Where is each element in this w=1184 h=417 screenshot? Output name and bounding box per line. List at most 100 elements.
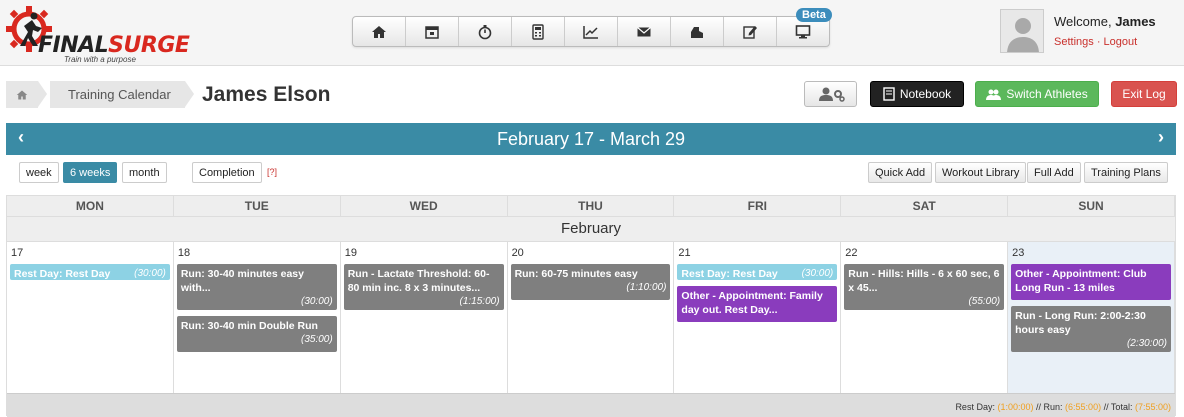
home-icon bbox=[16, 90, 28, 99]
top-bar: FINALSURGE Train with a purpose Beta Wel… bbox=[0, 0, 1184, 66]
day-number: 18 bbox=[177, 247, 191, 259]
calculator-icon bbox=[532, 23, 544, 40]
day-number: 20 bbox=[511, 247, 524, 259]
workout-library-button[interactable]: Workout Library bbox=[935, 162, 1027, 183]
month-label: February bbox=[7, 217, 1175, 242]
totals-footer: Rest Day: (1:00:00) // Run: (6:55:00) //… bbox=[7, 393, 1175, 417]
workout-title: Run: 30-40 min Double Run bbox=[180, 320, 318, 332]
nav-mail[interactable] bbox=[618, 17, 671, 46]
workout-title: Run: 60-75 minutes easy bbox=[514, 268, 638, 280]
day-number: 21 bbox=[678, 247, 691, 259]
workout-run[interactable]: Run - Long Run: 2:00-2:30 hours easy (2:3… bbox=[1011, 306, 1171, 352]
day-number: 19 bbox=[344, 247, 357, 259]
day-cell[interactable]: 19 Run - Lactate Threshold: 60-80 min inc… bbox=[341, 242, 508, 393]
day-cell[interactable]: 17 Rest Day: Rest Day (30:00) bbox=[7, 242, 174, 393]
workout-title: Rest Day: Rest Day bbox=[14, 268, 111, 280]
notebook-icon bbox=[883, 87, 895, 101]
workout-title: Run - Hills: Hills - 6 x 60 sec, 6 x 45.… bbox=[848, 268, 1000, 295]
workout-run[interactable]: Run: 30-40 minutes easy with... (30:00) bbox=[176, 264, 337, 310]
edit-icon bbox=[743, 25, 757, 39]
day-number: 17 bbox=[11, 247, 24, 259]
day-header-tue: TUE bbox=[173, 196, 341, 217]
calendar-toolbar: week 6 weeks month Completion [?] Quick … bbox=[6, 155, 1176, 195]
notebook-label: Notebook bbox=[899, 87, 952, 101]
nav-calendar[interactable] bbox=[406, 17, 459, 46]
day-header-wed: WED bbox=[340, 196, 508, 217]
day-cell[interactable]: 21 Rest Day: Rest Day (30:00) Other - Appoi… bbox=[674, 242, 842, 393]
day-cell[interactable]: 20 Run: 60-75 minutes easy (1:10:00) bbox=[508, 242, 675, 393]
beta-badge: Beta bbox=[796, 8, 832, 22]
day-header-mon: MON bbox=[7, 196, 174, 217]
completion-help-link[interactable]: [?] bbox=[267, 167, 277, 177]
day-header-sun: SUN bbox=[1008, 196, 1175, 217]
workout-duration: (30:00) bbox=[134, 268, 166, 279]
workout-duration: (30:00) bbox=[301, 296, 333, 308]
workout-run[interactable]: Run: 60-75 minutes easy (1:10:00) bbox=[510, 264, 671, 300]
monitor-icon bbox=[795, 24, 811, 38]
stopwatch-icon bbox=[478, 24, 492, 39]
view-week-button[interactable]: week bbox=[19, 162, 59, 183]
workout-duration: (1:10:00) bbox=[626, 282, 667, 294]
breadcrumb: Training Calendar bbox=[6, 81, 194, 108]
chart-icon bbox=[583, 25, 598, 39]
day-cell[interactable]: 18 Run: 30-40 minutes easy with... (30:00)… bbox=[174, 242, 341, 393]
workout-run[interactable]: Run - Hills: Hills - 6 x 60 sec, 6 x 45.… bbox=[844, 264, 1005, 310]
workout-rest[interactable]: Rest Day: Rest Day (30:00) bbox=[677, 264, 838, 280]
workout-duration: (35:00) bbox=[301, 334, 333, 346]
day-header-sat: SAT bbox=[841, 196, 1009, 217]
breadcrumb-home[interactable] bbox=[6, 81, 47, 108]
shoe-icon bbox=[691, 26, 703, 38]
nav-chart[interactable] bbox=[565, 17, 618, 46]
day-cell[interactable]: 22 Run - Hills: Hills - 6 x 60 sec, 6 x 4… bbox=[841, 242, 1009, 393]
completion-button[interactable]: Completion bbox=[192, 162, 262, 183]
day-header-fri: FRI bbox=[674, 196, 842, 217]
nav-shoe[interactable] bbox=[671, 17, 724, 46]
view-month-button[interactable]: month bbox=[122, 162, 167, 183]
day-number: 22 bbox=[845, 247, 858, 259]
avatar[interactable] bbox=[1000, 9, 1044, 53]
workout-duration: (30:00) bbox=[801, 268, 834, 279]
exit-log-button[interactable]: Exit Log bbox=[1111, 81, 1177, 107]
user-name: James bbox=[1115, 14, 1156, 29]
workout-title: Other - Appointment: Family day out. Res… bbox=[681, 290, 823, 317]
day-number: 23 bbox=[1012, 247, 1025, 259]
switch-athletes-label: Switch Athletes bbox=[1006, 87, 1088, 101]
nav-home[interactable] bbox=[353, 17, 406, 46]
rest-total: (1:00:00) bbox=[997, 402, 1034, 412]
workout-run[interactable]: Run - Lactate Threshold: 60-80 min inc. … bbox=[343, 264, 504, 310]
workout-title: Run - Long Run: 2:00-2:30 hours easy bbox=[1015, 310, 1146, 337]
mail-icon bbox=[637, 26, 651, 36]
notebook-button[interactable]: Notebook bbox=[870, 81, 964, 107]
nav-edit[interactable] bbox=[724, 17, 777, 46]
user-silhouette-icon bbox=[1001, 10, 1043, 52]
nav-stopwatch[interactable] bbox=[459, 17, 512, 46]
settings-link[interactable]: Settings bbox=[1054, 36, 1094, 48]
day-header-thu: THU bbox=[507, 196, 675, 217]
training-plans-button[interactable]: Training Plans bbox=[1084, 162, 1168, 183]
quick-add-button[interactable]: Quick Add bbox=[868, 162, 933, 183]
logo[interactable]: FINALSURGE Train with a purpose bbox=[6, 6, 206, 64]
calendar-grid: February Rest Day: (1:00:00) // Run: (6:… bbox=[6, 195, 1176, 417]
workout-other[interactable]: Other - Appointment: Family day out. Res… bbox=[677, 286, 838, 322]
day-cell[interactable]: 23 Other - Appointment: Club Long Run - 1… bbox=[1008, 242, 1175, 393]
logo-tagline: Train with a purpose bbox=[64, 55, 136, 64]
next-range-button[interactable]: › bbox=[1158, 127, 1164, 148]
link-separator: · bbox=[1096, 36, 1101, 48]
grand-total: (7:55:00) bbox=[1134, 402, 1171, 412]
workout-title: Run - Lactate Threshold: 60-80 min inc. … bbox=[347, 268, 490, 295]
workout-rest[interactable]: Rest Day: Rest Day (30:00) bbox=[10, 264, 170, 280]
workout-run[interactable]: Run: 30-40 min Double Run (35:00) bbox=[176, 316, 337, 352]
athlete-settings-button[interactable] bbox=[804, 81, 857, 107]
full-add-button[interactable]: Full Add bbox=[1027, 162, 1081, 183]
view-6-weeks-button[interactable]: 6 weeks bbox=[63, 162, 118, 183]
main-nav bbox=[352, 16, 830, 47]
breadcrumb-training-calendar[interactable]: Training Calendar bbox=[50, 81, 194, 108]
logout-link[interactable]: Logout bbox=[1104, 36, 1138, 48]
workout-duration: (55:00) bbox=[968, 296, 1001, 308]
workout-title: Run: 30-40 minutes easy with... bbox=[180, 268, 304, 295]
switch-athletes-button[interactable]: Switch Athletes bbox=[975, 81, 1099, 107]
workout-other[interactable]: Other - Appointment: Club Long Run - 13 … bbox=[1011, 264, 1171, 300]
run-total: (6:55:00) bbox=[1065, 402, 1102, 412]
nav-calculator[interactable] bbox=[512, 17, 565, 46]
calendar-range-title: February 17 - March 29 bbox=[496, 129, 686, 149]
